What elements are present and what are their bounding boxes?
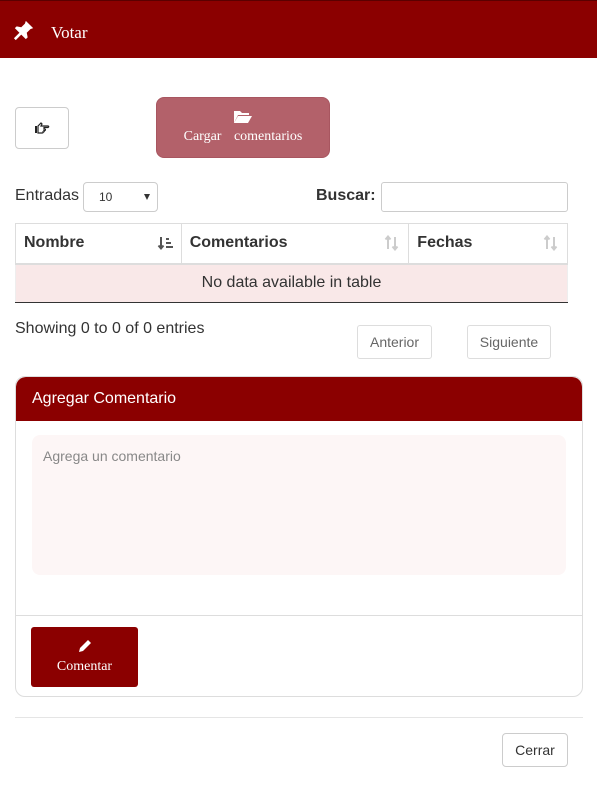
submit-comment-label: Comentar [56, 659, 113, 674]
submit-comment-button[interactable]: Comentar [31, 627, 138, 687]
column-label: Nombre [24, 234, 85, 252]
pointer-button[interactable] [15, 107, 69, 149]
pagination-info: Showing 0 to 0 of 0 entries [15, 320, 205, 337]
previous-page-button[interactable]: Anterior [357, 325, 432, 359]
modal-title: Votar [51, 23, 88, 42]
column-label: Comentarios [189, 234, 288, 252]
sort-icon [385, 235, 399, 251]
sort-ascending-icon [157, 237, 173, 251]
entries-select[interactable]: 10 [83, 182, 158, 212]
entries-select-value: 10 [99, 190, 113, 204]
footer-divider [15, 717, 583, 718]
comments-table: Nombre Comentarios Fechas No data availa… [15, 223, 568, 303]
pin-icon [13, 20, 34, 41]
caret-down-icon [144, 194, 150, 200]
column-label: Fechas [417, 234, 473, 252]
empty-table-message: No data available in table [15, 263, 568, 303]
search-input[interactable] [381, 182, 568, 212]
close-button[interactable]: Cerrar [502, 733, 568, 767]
next-page-button[interactable]: Siguiente [467, 325, 551, 359]
entries-label: Entradas [15, 187, 80, 204]
column-header-fechas[interactable]: Fechas [408, 223, 568, 265]
sort-icon [543, 235, 558, 251]
modal-header: Votar [0, 0, 597, 58]
folder-open-icon [234, 111, 252, 123]
table-row: No data available in table [15, 263, 568, 303]
add-comment-panel: Agregar Comentario Agrega un comentario … [15, 376, 583, 697]
pencil-icon [78, 640, 91, 652]
load-comments-button[interactable]: Cargar comentarios [156, 97, 330, 158]
panel-title: Agregar Comentario [16, 377, 582, 421]
load-comments-label: Cargar comentarios [183, 129, 303, 144]
hand-pointer-icon [35, 122, 50, 134]
column-header-comentarios[interactable]: Comentarios [180, 223, 410, 265]
column-header-nombre[interactable]: Nombre [15, 223, 182, 265]
panel-divider [16, 615, 582, 616]
comment-textarea[interactable]: Agrega un comentario [32, 435, 566, 575]
search-label: Buscar: [316, 187, 376, 204]
